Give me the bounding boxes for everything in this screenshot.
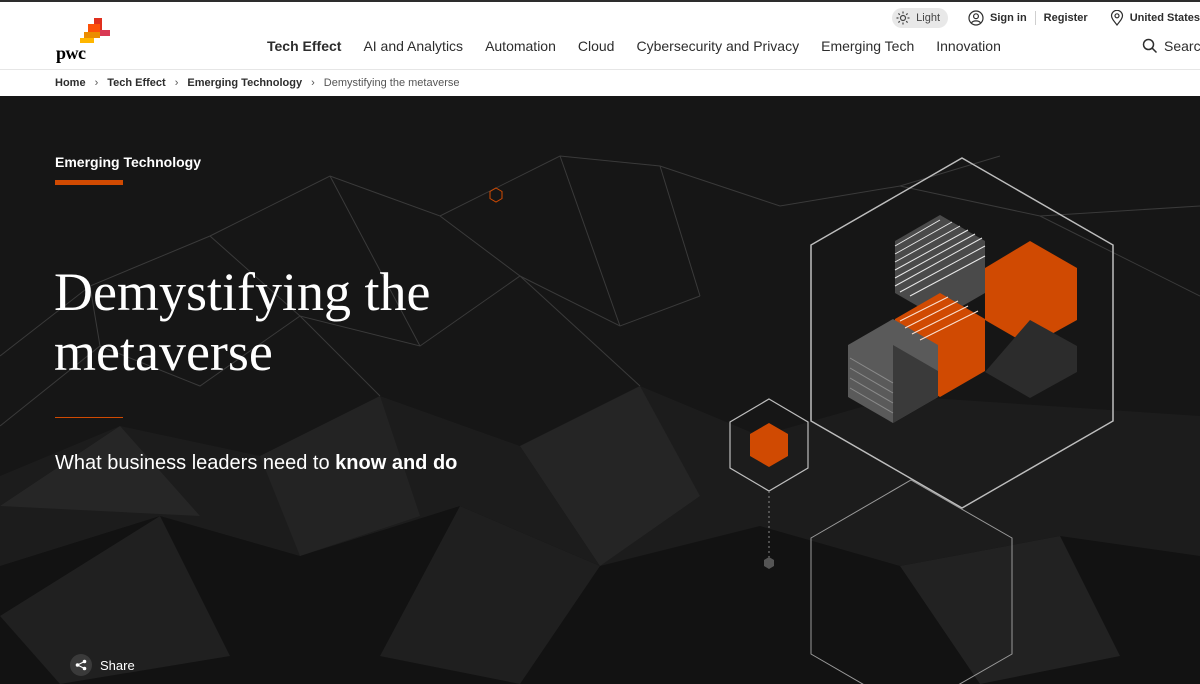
chevron-right-icon: › (174, 77, 179, 89)
region-selector[interactable]: United States (1110, 10, 1200, 26)
page-title-line-2: metaverse (54, 322, 273, 382)
hero-banner: Emerging Technology Demystifying the meta… (0, 96, 1200, 684)
pwc-logo[interactable]: pwc (54, 18, 114, 63)
breadcrumb: Home › Tech Effect › Emerging Technology… (0, 69, 1200, 96)
user-icon (968, 10, 984, 26)
site-header: pwc Light Sign in Register United States… (0, 2, 1200, 69)
breadcrumb-emerging-technology[interactable]: Emerging Technology (187, 77, 302, 89)
share-label: Share (100, 657, 135, 673)
utility-divider (1034, 11, 1036, 25)
breadcrumb-tech-effect[interactable]: Tech Effect (107, 77, 165, 89)
main-nav: Tech Effect AI and Analytics Automation … (267, 38, 1023, 54)
page-title-line-1: Demystifying the (54, 262, 431, 322)
subtitle-bold: know and do (335, 452, 458, 474)
share-icon (70, 654, 92, 676)
sign-in-link[interactable]: Sign in (968, 10, 1027, 26)
search-icon (1142, 38, 1158, 54)
nav-item-tech-effect[interactable]: Tech Effect (267, 38, 341, 54)
register-link[interactable]: Register (1044, 12, 1088, 24)
sun-icon (896, 11, 910, 25)
breadcrumb-current: Demystifying the metaverse (323, 77, 460, 89)
chevron-right-icon: › (94, 77, 99, 89)
nav-item-emerging-tech[interactable]: Emerging Tech (821, 38, 914, 54)
accent-bar (55, 180, 123, 185)
theme-toggle[interactable]: Light (892, 8, 948, 28)
utility-bar: Light Sign in Register United States (892, 8, 1200, 28)
hero-category[interactable]: Emerging Technology (55, 154, 201, 170)
subtitle-plain: What business leaders need to (55, 452, 336, 474)
search-label: Search (1164, 38, 1200, 54)
theme-toggle-label: Light (916, 12, 940, 24)
title-divider (55, 417, 123, 418)
chevron-right-icon: › (311, 77, 315, 89)
nav-item-automation[interactable]: Automation (485, 38, 556, 54)
page-title: Demystifying the metaverse (54, 262, 614, 382)
share-button[interactable]: Share (70, 654, 135, 676)
logo-text: pwc (56, 43, 86, 63)
nav-item-cloud[interactable]: Cloud (578, 38, 615, 54)
breadcrumb-home[interactable]: Home (55, 77, 86, 89)
nav-item-ai-analytics[interactable]: AI and Analytics (363, 38, 463, 54)
hero-subtitle: What business leaders need to know and d… (55, 452, 457, 475)
search-button[interactable]: Search (1142, 38, 1200, 54)
location-pin-icon (1110, 10, 1123, 26)
hero-background-graphic (0, 155, 1200, 684)
nav-item-innovation[interactable]: Innovation (936, 38, 1001, 54)
region-label: United States (1129, 12, 1200, 24)
nav-item-cybersecurity[interactable]: Cybersecurity and Privacy (636, 38, 799, 54)
sign-in-label: Sign in (990, 12, 1027, 24)
